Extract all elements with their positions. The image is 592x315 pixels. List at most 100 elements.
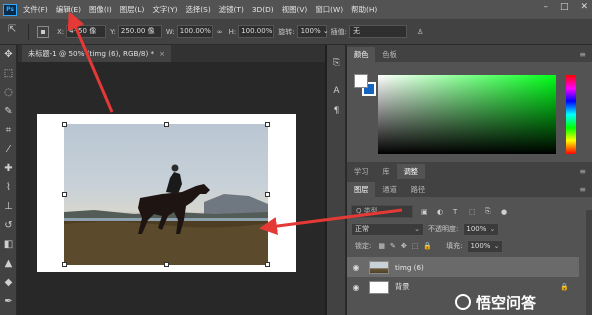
learn-panel-tabs: 学习 库 调整 ≡ — [347, 162, 592, 179]
shape-filter-icon[interactable]: ⬚ — [469, 208, 481, 216]
menu-layer[interactable]: 图层(L) — [120, 4, 145, 15]
angle-field[interactable]: 100% ⌄ — [296, 25, 329, 38]
transform-handle[interactable] — [164, 262, 169, 267]
menu-select[interactable]: 选择(S) — [186, 4, 211, 15]
height-field[interactable]: 100.00% — [238, 25, 275, 38]
lock-position-icon[interactable]: ✥ — [401, 242, 407, 250]
menu-filter[interactable]: 滤镜(T) — [219, 4, 244, 15]
color-picker-field[interactable] — [378, 75, 556, 154]
transform-handle[interactable] — [265, 192, 270, 197]
layer-thumbnail — [369, 280, 389, 294]
lock-artboard-icon[interactable]: ⬚ — [412, 242, 419, 250]
menu-window[interactable]: 窗口(W) — [315, 4, 343, 15]
panel-menu-icon[interactable]: ≡ — [579, 182, 586, 197]
adjustment-filter-icon[interactable]: ◐ — [437, 208, 449, 216]
photo-layer-image[interactable] — [64, 124, 268, 265]
w-label: W: — [165, 27, 175, 36]
move-tool-icon[interactable]: ✥ — [0, 45, 17, 64]
layer-name[interactable]: timg (6) — [395, 263, 424, 272]
filter-toggle-icon[interactable]: ● — [501, 208, 513, 216]
watermark: 悟空问答 — [455, 292, 592, 315]
lock-transparent-icon[interactable]: ▦ — [378, 242, 385, 250]
menu-help[interactable]: 帮助(H) — [351, 4, 377, 15]
document-tab[interactable]: 未标题-1 @ 50% (timg (6), RGB/8) * × — [22, 45, 172, 62]
type-filter-icon[interactable]: T — [453, 208, 465, 216]
opacity-field[interactable]: 100% ⌄ — [463, 222, 500, 236]
menu-file[interactable]: 文件(F) — [23, 4, 48, 15]
layer-name[interactable]: 背景 — [395, 282, 409, 292]
tab-paths[interactable]: 路径 — [404, 182, 432, 197]
hue-slider[interactable] — [566, 75, 576, 154]
transform-tool-icon[interactable]: ⇱ — [8, 24, 24, 40]
eraser-tool-icon[interactable]: ◧ — [0, 235, 17, 254]
puppet-icon[interactable]: ♙ — [417, 28, 423, 36]
panel-menu-icon[interactable]: ≡ — [579, 164, 586, 179]
transform-handle[interactable] — [265, 262, 270, 267]
menu-image[interactable]: 图像(I) — [89, 4, 112, 15]
transform-handle[interactable] — [62, 262, 67, 267]
layer-search-input[interactable]: Q 类型 — [351, 205, 413, 218]
transform-handle[interactable] — [62, 192, 67, 197]
close-tab-icon[interactable]: × — [159, 49, 165, 58]
color-panel: 颜色 色板 ≡ — [347, 45, 592, 160]
transform-handle[interactable] — [265, 122, 270, 127]
blend-mode-select[interactable]: 正常 ⌄ — [351, 222, 424, 236]
transform-handle[interactable] — [62, 122, 67, 127]
history-brush-tool-icon[interactable]: ↺ — [0, 216, 17, 235]
menu-edit[interactable]: 编辑(E) — [56, 4, 81, 15]
panel-menu-icon[interactable]: ≡ — [579, 47, 586, 62]
character-panel-icon[interactable]: A — [327, 81, 346, 101]
lock-label: 锁定: — [355, 242, 372, 250]
layer-row[interactable]: ◉ timg (6) — [347, 257, 579, 277]
blur-tool-icon[interactable]: ◆ — [0, 273, 17, 292]
pixel-filter-icon[interactable]: ▣ — [421, 208, 433, 216]
tab-channels[interactable]: 通道 — [375, 182, 403, 197]
lasso-tool-icon[interactable]: ◌ — [0, 83, 17, 102]
tab-layers[interactable]: 图层 — [347, 182, 376, 197]
smart-object-filter-icon[interactable]: ⎘ — [485, 207, 497, 216]
canvas-area[interactable] — [18, 62, 325, 315]
lock-all-icon[interactable]: 🔒 — [423, 242, 432, 250]
brush-tool-icon[interactable]: ⌇ — [0, 178, 17, 197]
menu-3d[interactable]: 3D(D) — [252, 5, 274, 14]
chevron-down-icon: ⌄ — [414, 224, 420, 233]
layer-filter-row: Q 类型 ▣ ◐ T ⬚ ⎘ ● — [351, 204, 588, 219]
quick-select-tool-icon[interactable]: ✎ — [0, 102, 17, 121]
visibility-eye-icon[interactable]: ◉ — [347, 283, 365, 292]
visibility-eye-icon[interactable]: ◉ — [347, 263, 365, 272]
separator — [28, 23, 29, 40]
lock-image-icon[interactable]: ✎ — [390, 242, 396, 250]
reference-point-icon[interactable] — [37, 25, 49, 38]
marquee-tool-icon[interactable]: ⬚ — [0, 64, 17, 83]
tab-adjustments[interactable]: 调整 — [396, 164, 425, 179]
healing-brush-tool-icon[interactable]: ✚ — [0, 159, 17, 178]
document-tab-strip: 未标题-1 @ 50% (timg (6), RGB/8) * × — [18, 45, 325, 62]
link-icon[interactable]: ∞ — [217, 28, 223, 36]
menu-bar: Ps 文件(F) 编辑(E) 图像(I) 图层(L) 文字(Y) 选择(S) 滤… — [0, 0, 592, 19]
blend-mode-value: 正常 — [355, 224, 369, 233]
history-panel-icon[interactable]: ⎘ — [327, 53, 346, 73]
x-field[interactable]: 4··50 像 — [66, 25, 107, 38]
fill-field[interactable]: 100% ⌄ — [467, 239, 504, 253]
close-button[interactable]: ✕ — [580, 2, 588, 12]
tab-swatches[interactable]: 色板 — [375, 47, 403, 62]
menu-type[interactable]: 文字(Y) — [152, 4, 177, 15]
eyedropper-tool-icon[interactable]: ⁄ — [0, 140, 17, 159]
crop-tool-icon[interactable]: ⌗ — [0, 121, 17, 140]
menu-view[interactable]: 视图(V) — [282, 4, 308, 15]
transform-handle[interactable] — [164, 122, 169, 127]
tab-libraries[interactable]: 库 — [375, 164, 396, 179]
minimize-button[interactable]: – — [543, 2, 548, 12]
width-field[interactable]: 100.00% — [176, 25, 213, 38]
pen-tool-icon[interactable]: ✒ — [0, 292, 17, 311]
tab-color[interactable]: 颜色 — [347, 47, 376, 62]
tab-learn[interactable]: 学习 — [347, 164, 375, 179]
maximize-button[interactable]: □ — [560, 2, 569, 12]
y-field[interactable]: 250.00 像 — [117, 25, 162, 38]
gradient-tool-icon[interactable]: ▲ — [0, 254, 17, 273]
interpolation-select[interactable]: 无 — [348, 25, 407, 38]
foreground-color-swatch[interactable] — [354, 74, 368, 88]
watermark-text: 悟空问答 — [476, 294, 537, 312]
clone-stamp-tool-icon[interactable]: ⊥ — [0, 197, 17, 216]
paragraph-panel-icon[interactable]: ¶ — [327, 101, 346, 121]
